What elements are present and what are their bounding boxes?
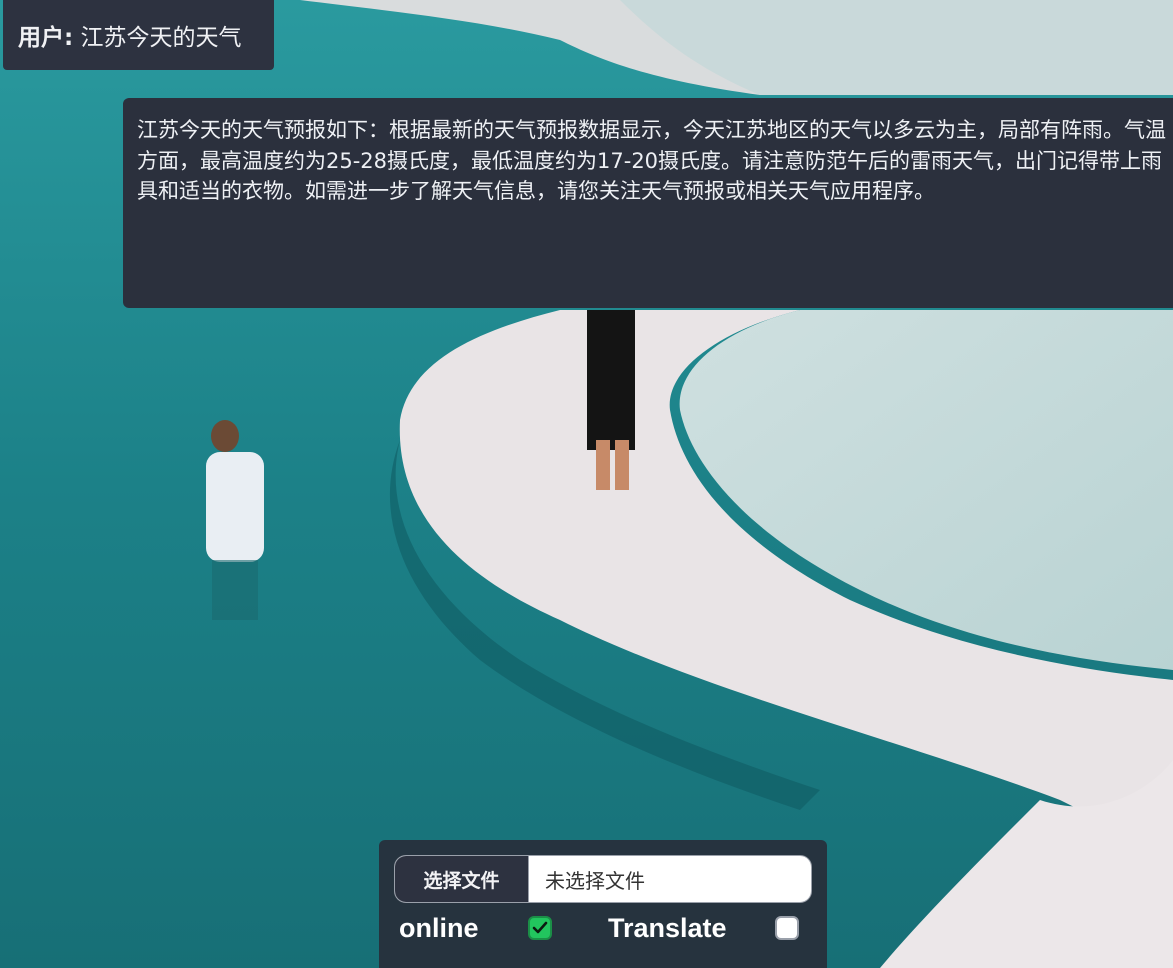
user-message-text: 江苏今天的天气 <box>80 25 242 51</box>
translate-label: Translate <box>608 913 727 943</box>
user-speaker-label: 用户: <box>18 25 74 51</box>
assistant-message-bubble: 江苏今天的天气预报如下：根据最新的天气预报数据显示，今天江苏地区的天气以多云为主… <box>123 98 1173 308</box>
translate-checkbox[interactable] <box>775 916 799 940</box>
online-label: online <box>399 913 479 943</box>
online-checkbox[interactable] <box>528 916 552 940</box>
input-controls-panel: 选择文件 未选择文件 online Translate <box>379 840 827 968</box>
check-icon <box>532 921 548 934</box>
file-input[interactable]: 选择文件 未选择文件 <box>394 855 812 903</box>
user-message-bubble: 用户: 江苏今天的天气 <box>3 0 274 70</box>
choose-file-button[interactable]: 选择文件 <box>395 856 529 902</box>
assistant-message-text: 江苏今天的天气预报如下：根据最新的天气预报数据显示，今天江苏地区的天气以多云为主… <box>137 118 1166 203</box>
file-status-text: 未选择文件 <box>545 868 645 893</box>
